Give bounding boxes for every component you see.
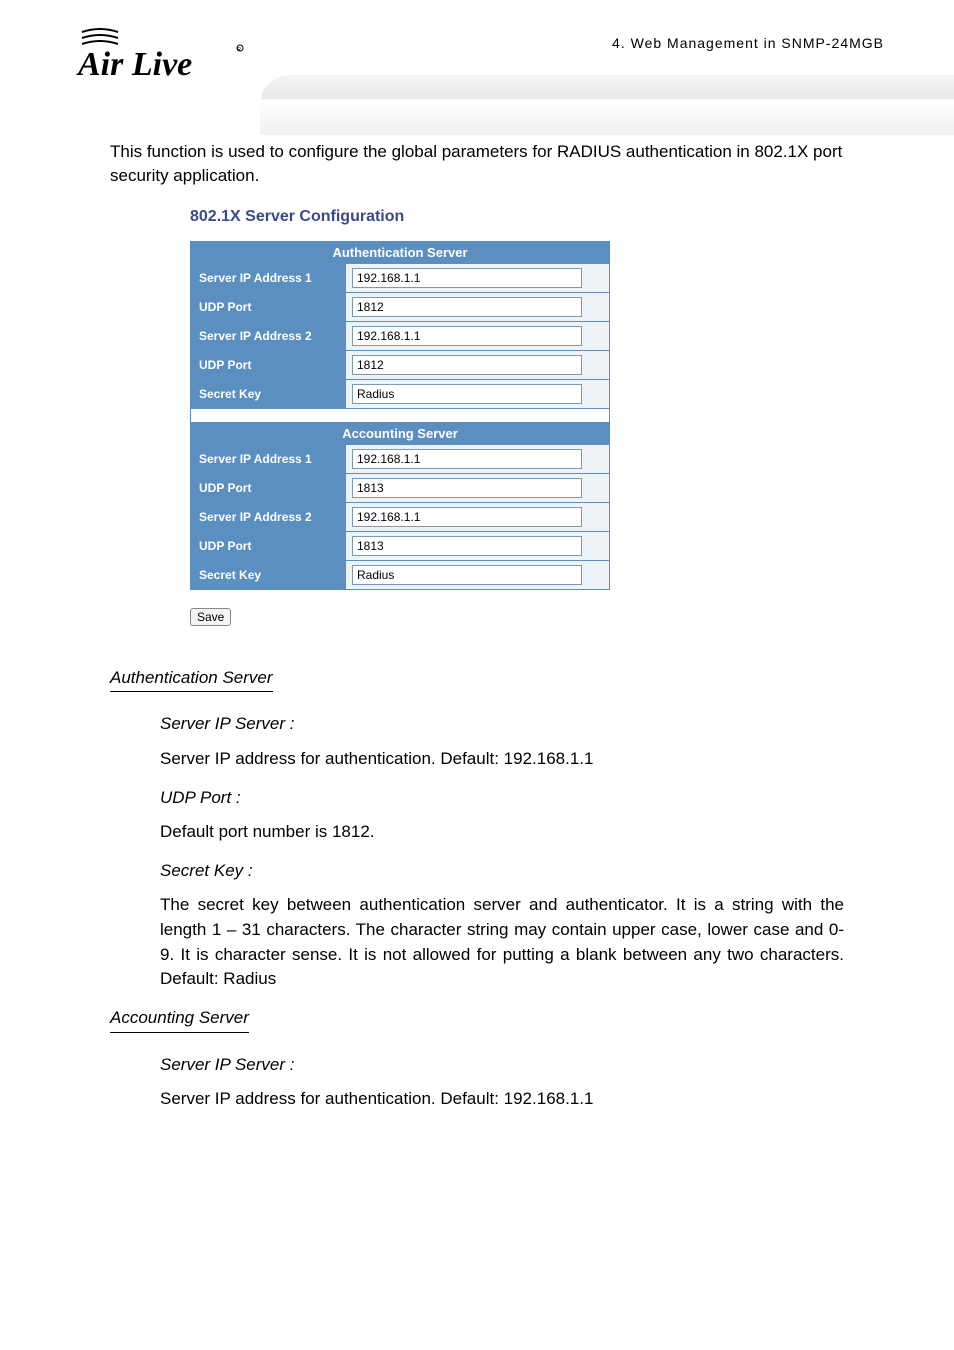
auth-ip-desc-text: Server IP address for authentication. De…: [160, 747, 844, 772]
acct-desc-heading: Accounting Server: [110, 1006, 249, 1033]
acct-group-header: Accounting Server: [191, 422, 610, 444]
auth-port-desc-text: Default port number is 1812.: [160, 820, 844, 845]
auth-ip1-label: Server IP Address 1: [191, 263, 346, 292]
acct-ip2-label: Server IP Address 2: [191, 502, 346, 531]
svg-text:R: R: [237, 47, 241, 53]
auth-ip1-input[interactable]: [352, 268, 582, 288]
parameter-descriptions: Authentication Server Server IP Server :…: [110, 666, 844, 1112]
auth-desc-heading: Authentication Server: [110, 666, 273, 693]
auth-ip-desc-label: Server IP Server :: [160, 714, 294, 733]
acct-ip1-label: Server IP Address 1: [191, 444, 346, 473]
acct-ip1-input[interactable]: [352, 449, 582, 469]
auth-port1-input[interactable]: [352, 297, 582, 317]
auth-ip2-label: Server IP Address 2: [191, 321, 346, 350]
auth-port-desc-label: UDP Port :: [160, 788, 241, 807]
acct-port2-input[interactable]: [352, 536, 582, 556]
auth-key-input[interactable]: [352, 384, 582, 404]
brand-logo: Air Live R: [70, 20, 250, 95]
config-title: 802.1X Server Configuration: [190, 208, 894, 226]
header-bar-graphic: [260, 75, 954, 135]
auth-port1-label: UDP Port: [191, 292, 346, 321]
acct-port1-input[interactable]: [352, 478, 582, 498]
config-panel: 802.1X Server Configuration Authenticati…: [190, 208, 894, 626]
intro-text: This function is used to configure the g…: [110, 140, 844, 188]
acct-port1-label: UDP Port: [191, 473, 346, 502]
acct-ip-desc-text: Server IP address for authentication. De…: [160, 1087, 844, 1112]
auth-key-label: Secret Key: [191, 379, 346, 408]
auth-key-desc-label: Secret Key :: [160, 861, 253, 880]
config-table: Authentication Server Server IP Address …: [190, 241, 610, 590]
acct-ip2-input[interactable]: [352, 507, 582, 527]
page-header: Air Live R 4. Web Management in SNMP-24M…: [60, 20, 894, 100]
save-button[interactable]: Save: [190, 608, 231, 626]
auth-port2-input[interactable]: [352, 355, 582, 375]
auth-port2-label: UDP Port: [191, 350, 346, 379]
acct-ip-desc-label: Server IP Server :: [160, 1055, 294, 1074]
svg-text:Air Live: Air Live: [76, 46, 192, 83]
auth-ip2-input[interactable]: [352, 326, 582, 346]
table-spacer: [191, 408, 610, 422]
acct-key-input[interactable]: [352, 565, 582, 585]
breadcrumb: 4. Web Management in SNMP-24MGB: [612, 35, 884, 51]
acct-key-label: Secret Key: [191, 560, 346, 589]
auth-key-desc-text: The secret key between authentication se…: [160, 893, 844, 992]
acct-port2-label: UDP Port: [191, 531, 346, 560]
auth-group-header: Authentication Server: [191, 241, 610, 263]
